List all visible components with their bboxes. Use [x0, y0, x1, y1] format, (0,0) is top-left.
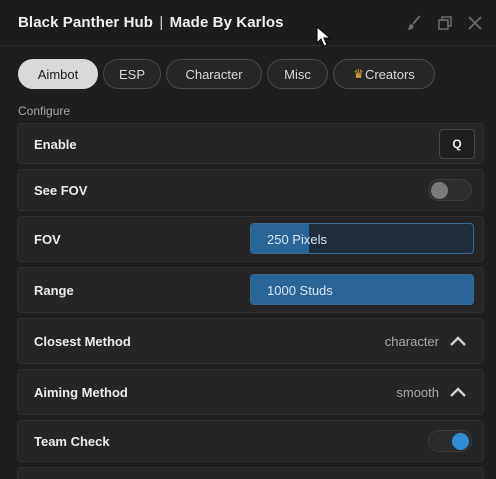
setting-see-fov[interactable]: See FOV: [17, 169, 484, 211]
range-label: Range: [34, 283, 74, 298]
setting-team-check[interactable]: Team Check: [17, 420, 484, 462]
tab-bar: Aimbot ESP Character Misc ♛ Creators: [18, 59, 435, 89]
tab-aimbot[interactable]: Aimbot: [18, 59, 98, 89]
title-author: Made By Karlos: [169, 14, 284, 31]
team-check-toggle[interactable]: [428, 430, 472, 452]
closest-method-label: Closest Method: [34, 334, 131, 349]
setting-range: Range 1000 Studs: [17, 267, 484, 313]
fov-slider[interactable]: 250 Pixels: [250, 223, 474, 254]
tab-creators[interactable]: ♛ Creators: [333, 59, 435, 89]
tab-esp[interactable]: ESP: [103, 59, 161, 89]
see-fov-toggle[interactable]: [428, 179, 472, 201]
brush-icon[interactable]: [404, 13, 424, 33]
setting-closest-method[interactable]: Closest Method character: [17, 318, 484, 364]
aiming-method-value: smooth: [396, 385, 439, 400]
tab-creators-label: Creators: [364, 66, 415, 82]
toggle-knob: [431, 182, 448, 199]
crown-icon: ♛: [353, 67, 364, 81]
aiming-method-label: Aiming Method: [34, 385, 128, 400]
toggle-knob: [452, 433, 469, 450]
setting-aiming-method[interactable]: Aiming Method smooth: [17, 369, 484, 415]
chevron-up-icon[interactable]: [449, 335, 467, 347]
enable-label: Enable: [34, 137, 77, 152]
range-slider[interactable]: 1000 Studs: [250, 274, 474, 305]
enable-keybind-button[interactable]: Q: [439, 129, 475, 159]
title-bar[interactable]: Black Panther Hub | Made By Karlos: [0, 0, 496, 46]
title-separator: |: [159, 14, 164, 31]
fov-label: FOV: [34, 232, 61, 247]
mouse-cursor-icon: [316, 26, 332, 47]
setting-next-row: [17, 467, 484, 479]
tab-misc[interactable]: Misc: [267, 59, 328, 89]
setting-fov: FOV 250 Pixels: [17, 216, 484, 262]
close-icon[interactable]: [465, 13, 485, 33]
fov-slider-value: 250 Pixels: [267, 232, 327, 247]
hub-window: Black Panther Hub | Made By Karlos Aimbo…: [0, 0, 496, 479]
title-hub-name: Black Panther Hub: [18, 14, 154, 31]
chevron-up-icon[interactable]: [449, 386, 467, 398]
restore-icon[interactable]: [435, 13, 455, 33]
setting-enable: Enable Q: [17, 123, 484, 164]
tab-character[interactable]: Character: [166, 59, 262, 89]
closest-method-value: character: [384, 334, 439, 349]
team-check-label: Team Check: [34, 434, 110, 449]
section-configure: Configure: [18, 104, 71, 118]
see-fov-label: See FOV: [34, 183, 88, 198]
window-title: Black Panther Hub | Made By Karlos: [18, 14, 284, 31]
range-slider-value: 1000 Studs: [267, 283, 333, 298]
